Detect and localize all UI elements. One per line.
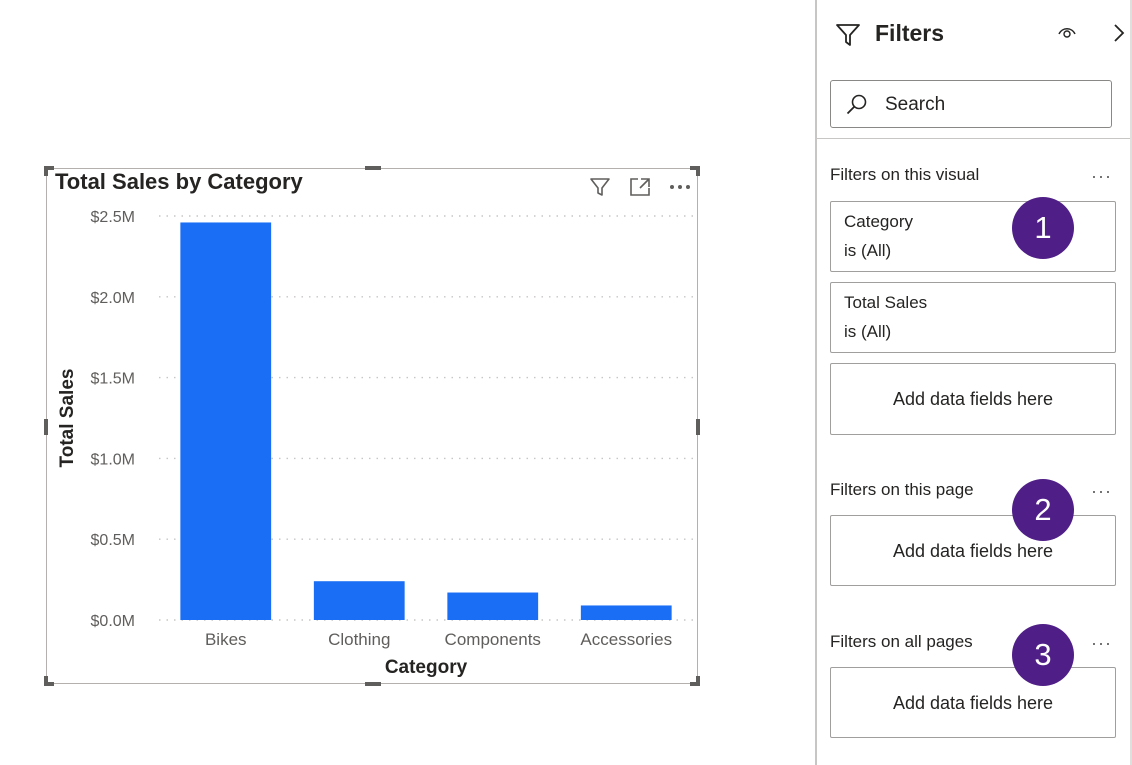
filter-card-total-sales[interactable]: Total Sales is (All) (830, 282, 1116, 353)
filter-search-box[interactable] (830, 80, 1112, 128)
add-data-fields-page[interactable]: Add data fields here (830, 515, 1116, 586)
y-tick-label: $2.5M (91, 209, 135, 226)
bar-components (447, 592, 539, 620)
x-tick-label: Clothing (328, 630, 390, 649)
y-axis-title: Total Sales (57, 369, 78, 468)
bar-chart-visual[interactable]: $0.0M $0.5M $1.0M $1.5M $2.0M $2.5M Bikes Cloth… (44, 166, 700, 686)
x-axis-title: Category (385, 657, 468, 678)
callout-badge-3: 3 (1012, 624, 1074, 686)
resize-handle-top-right[interactable] (696, 166, 700, 176)
x-tick-label: Accessories (580, 630, 672, 649)
filter-condition: is (All) (844, 241, 892, 260)
filter-condition: is (All) (844, 322, 892, 341)
y-tick-label: $1.0M (91, 451, 135, 468)
filter-field-name: Category (844, 212, 913, 231)
section-title-all-pages-filters: Filters on all pages (830, 632, 973, 651)
filters-pane-header: Filters (835, 18, 1125, 53)
y-tick-label: $1.5M (91, 371, 135, 388)
section-title-page-filters: Filters on this page (830, 480, 974, 499)
add-data-fields-all-pages[interactable]: Add data fields here (830, 667, 1116, 738)
visual-title: Total Sales by Category (55, 169, 303, 194)
callout-badge-2: 2 (1012, 479, 1074, 541)
bar-chart: $0.0M $0.5M $1.0M $1.5M $2.0M $2.5M Bikes Cloth… (57, 209, 693, 678)
more-options-icon[interactable]: ··· (1091, 633, 1112, 654)
bar-accessories (580, 605, 672, 620)
resize-handle-bottom[interactable] (365, 682, 381, 686)
add-data-fields-label: Add data fields here (892, 389, 1054, 409)
eye-icon[interactable] (1057, 24, 1077, 45)
add-data-fields-label: Add data fields here (892, 541, 1054, 561)
x-tick-label: Components (445, 630, 541, 649)
resize-handle-bottom-right[interactable] (696, 676, 700, 686)
resize-handle-right[interactable] (696, 419, 700, 435)
x-tick-label: Bikes (205, 630, 247, 649)
resize-handle-left[interactable] (44, 419, 48, 435)
chevron-right-icon[interactable] (1111, 22, 1127, 49)
bar-bikes (180, 222, 272, 621)
y-tick-label: $2.0M (91, 290, 135, 307)
filters-pane-title: Filters (875, 20, 945, 46)
pane-divider (817, 138, 1132, 139)
add-data-fields-visual[interactable]: Add data fields here (830, 363, 1116, 435)
filters-pane: Filters Filters on this visual ··· Categ… (815, 0, 1132, 765)
filter-icon[interactable] (587, 175, 613, 199)
callout-badge-1: 1 (1012, 197, 1074, 259)
more-options-icon[interactable]: ··· (1091, 481, 1112, 502)
search-icon (845, 93, 869, 122)
funnel-icon (835, 22, 861, 53)
resize-handle-bottom-left[interactable] (44, 676, 48, 686)
section-title-visual-filters: Filters on this visual (830, 165, 980, 184)
focus-mode-icon[interactable] (627, 175, 653, 199)
filter-field-name: Total Sales (844, 293, 928, 312)
y-tick-label: $0.0M (91, 613, 135, 630)
add-data-fields-label: Add data fields here (892, 693, 1054, 713)
search-input[interactable] (883, 91, 1097, 119)
y-tick-label: $0.5M (91, 532, 135, 549)
more-options-icon[interactable]: ··· (1091, 166, 1112, 187)
bar-clothing (313, 581, 405, 620)
resize-handle-top-left[interactable] (44, 166, 48, 176)
resize-handle-top[interactable] (365, 166, 381, 170)
filter-card-category[interactable]: Category is (All) (830, 201, 1116, 272)
more-options-icon[interactable] (667, 175, 693, 199)
visual-header-icons (587, 175, 693, 199)
